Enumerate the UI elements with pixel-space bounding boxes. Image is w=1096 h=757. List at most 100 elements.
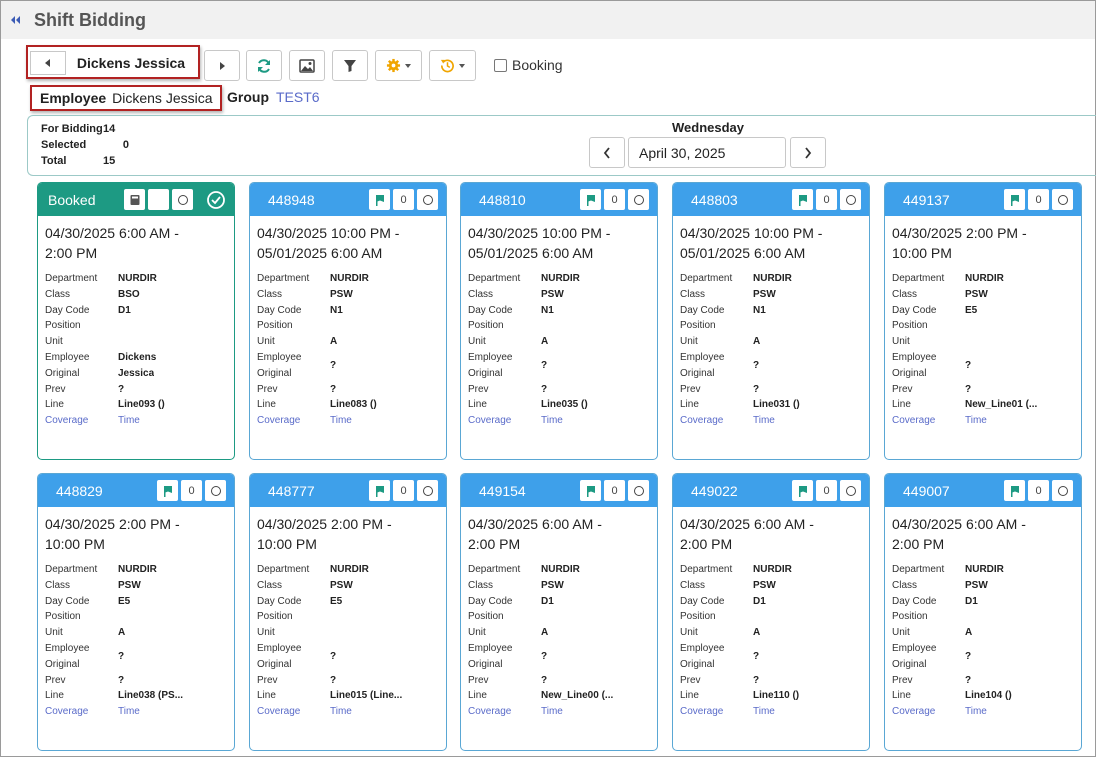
select-radio[interactable]: [1052, 480, 1073, 501]
shift-card[interactable]: 448948 0 04/30/2025 10:00 PM - 05/01/2025 6…: [249, 182, 447, 460]
history-dropdown-button[interactable]: [429, 50, 476, 81]
previous-employee-button[interactable]: [30, 51, 66, 75]
card-links: Coverage Time: [38, 704, 234, 720]
filter-icon: [344, 59, 356, 72]
coverage-link[interactable]: Coverage: [257, 704, 330, 720]
shift-card[interactable]: 448777 0 04/30/2025 2:00 PM - 10:00 PM Depar…: [249, 473, 447, 751]
select-radio[interactable]: [205, 480, 226, 501]
shift-fields: Department NURDIR Class PSW Day Code D1 Positi…: [673, 562, 869, 704]
filter-button[interactable]: [332, 50, 368, 81]
time-link[interactable]: Time: [965, 413, 987, 429]
booking-toggle[interactable]: Booking: [494, 57, 563, 73]
time-link[interactable]: Time: [753, 413, 775, 429]
shift-time: 04/30/2025 6:00 AM - 2:00 PM: [673, 507, 869, 561]
time-link[interactable]: Time: [965, 704, 987, 720]
select-radio[interactable]: [417, 189, 438, 210]
shift-card[interactable]: 448803 0 04/30/2025 10:00 PM - 05/01/2025 6…: [672, 182, 870, 460]
field-row-prev: Prev?: [892, 382, 1081, 398]
shift-card[interactable]: 449022 0 04/30/2025 6:00 AM - 2:00 PM Depart…: [672, 473, 870, 751]
shift-card[interactable]: Booked 04/30/2025 6:00 AM - 2:00 PM Departm…: [37, 182, 235, 460]
field-label: Original: [257, 367, 292, 379]
flag-button[interactable]: [580, 189, 601, 210]
shift-card[interactable]: 448829 0 04/30/2025 2:00 PM - 10:00 PM Depar…: [37, 473, 235, 751]
shift-time-start: 04/30/2025 10:00 PM -: [257, 225, 400, 241]
selected-count: 0: [122, 139, 129, 151]
shift-time: 04/30/2025 6:00 AM - 2:00 PM: [461, 507, 657, 561]
field-value: NURDIR: [753, 564, 792, 575]
shift-fields: Department NURDIR Class PSW Day Code E5 Positi…: [250, 562, 446, 704]
field-label: Employee: [680, 642, 725, 654]
select-radio[interactable]: [1052, 189, 1073, 210]
flag-button[interactable]: [369, 189, 390, 210]
shift-card[interactable]: 448810 0 04/30/2025 10:00 PM - 05/01/2025 6…: [460, 182, 658, 460]
next-employee-button[interactable]: [204, 50, 240, 81]
shift-card[interactable]: 449007 0 04/30/2025 6:00 AM - 2:00 PM Depart…: [884, 473, 1082, 751]
select-radio[interactable]: [172, 189, 193, 210]
field-label: Day Code: [257, 595, 302, 607]
time-link[interactable]: Time: [330, 413, 352, 429]
field-value: Line083 (): [330, 399, 377, 411]
select-radio[interactable]: [628, 189, 649, 210]
coverage-link[interactable]: Coverage: [257, 413, 330, 429]
flag-button[interactable]: [1004, 189, 1025, 210]
coverage-link[interactable]: Coverage: [680, 704, 753, 720]
circle-icon: [845, 194, 856, 205]
coverage-link[interactable]: Coverage: [468, 704, 541, 720]
coverage-link[interactable]: Coverage: [892, 413, 965, 429]
previous-day-button[interactable]: [589, 137, 625, 168]
caret-left-icon: [45, 59, 50, 67]
coverage-link[interactable]: Coverage: [680, 413, 753, 429]
flag-button[interactable]: [1004, 480, 1025, 501]
flag-button[interactable]: [792, 189, 813, 210]
field-label: Position: [892, 320, 928, 332]
coverage-link[interactable]: Coverage: [892, 704, 965, 720]
booking-checkbox[interactable]: [494, 58, 507, 72]
circle-icon: [633, 194, 644, 205]
select-radio[interactable]: [628, 480, 649, 501]
field-label: Prev: [45, 674, 66, 686]
time-link[interactable]: Time: [118, 704, 140, 720]
time-link[interactable]: Time: [541, 704, 563, 720]
group-link[interactable]: TEST6: [276, 89, 320, 105]
flag-button[interactable]: [157, 480, 178, 501]
calculator-button[interactable]: [124, 189, 145, 210]
field-value: A: [330, 336, 338, 348]
shift-time-start: 04/30/2025 10:00 PM -: [468, 225, 611, 241]
card-header: 448803 0: [673, 183, 869, 216]
shift-card[interactable]: 449154 0 04/30/2025 6:00 AM - 2:00 PM Depart…: [460, 473, 658, 751]
flag-button[interactable]: [580, 480, 601, 501]
field-row-day-code: Day Code N1: [680, 303, 869, 319]
time-link[interactable]: Time: [541, 413, 563, 429]
settings-dropdown-button[interactable]: [375, 50, 422, 81]
flag-icon: [798, 485, 807, 497]
field-value: Line015 (Line...: [330, 690, 403, 702]
field-value: BSO: [118, 288, 140, 300]
field-value: A: [965, 627, 973, 639]
refresh-button[interactable]: [246, 50, 282, 81]
page-title: Shift Bidding: [34, 9, 146, 30]
flag-button[interactable]: [792, 480, 813, 501]
time-link[interactable]: Time: [753, 704, 775, 720]
time-link[interactable]: Time: [330, 704, 352, 720]
next-day-button[interactable]: [790, 137, 826, 168]
field-label: Day Code: [468, 304, 513, 316]
for-bidding-label: For Bidding: [41, 123, 103, 135]
select-radio[interactable]: [417, 480, 438, 501]
flag-button[interactable]: [369, 480, 390, 501]
field-value: ?: [118, 650, 125, 662]
coverage-link[interactable]: Coverage: [45, 704, 118, 720]
field-row-original: Original: [45, 657, 234, 673]
shift-card[interactable]: 449137 0 04/30/2025 2:00 PM - 10:00 PM Depar…: [884, 182, 1082, 460]
coverage-link[interactable]: Coverage: [45, 413, 118, 429]
blank-button[interactable]: [148, 189, 169, 210]
field-row-original: Original: [257, 657, 446, 673]
select-radio[interactable]: [840, 189, 861, 210]
select-radio[interactable]: [840, 480, 861, 501]
collapse-sidebar-icon[interactable]: [8, 13, 22, 27]
card-actions: 0: [789, 189, 861, 210]
time-link[interactable]: Time: [118, 413, 140, 429]
coverage-link[interactable]: Coverage: [468, 413, 541, 429]
shift-fields: Department NURDIR Class PSW Day Code N1 Positi…: [673, 271, 869, 413]
date-field[interactable]: April 30, 2025: [628, 137, 786, 168]
image-button[interactable]: [289, 50, 325, 81]
